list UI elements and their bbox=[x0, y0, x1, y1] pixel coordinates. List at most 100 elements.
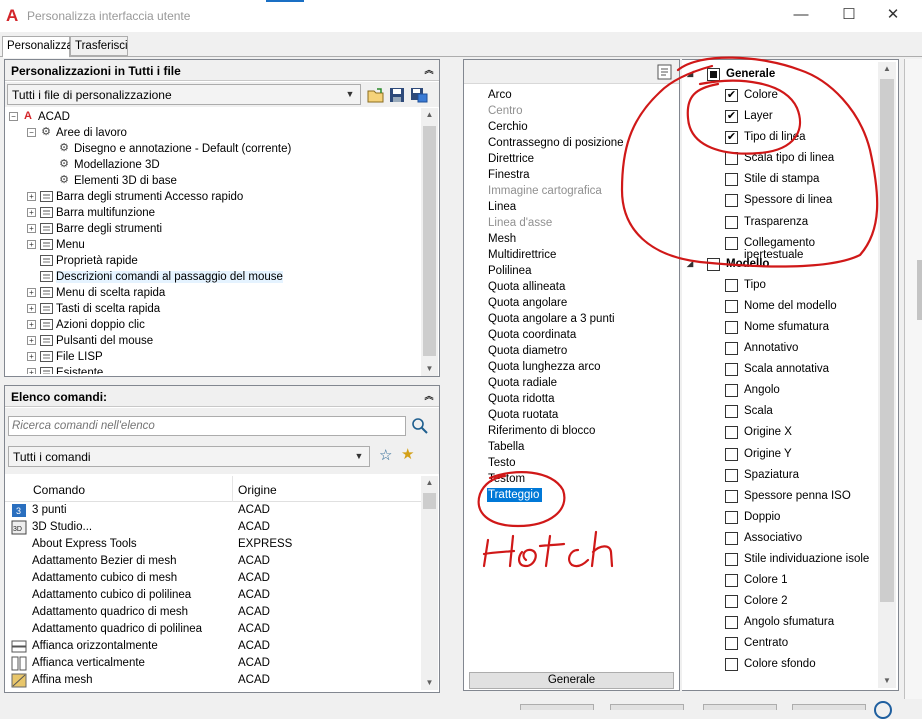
object-type-finestra[interactable]: Finestra bbox=[488, 167, 678, 183]
object-type-contrassegno-di-posizione[interactable]: Contrassegno di posizione bbox=[488, 135, 678, 151]
expand-plus-icon[interactable]: + bbox=[27, 192, 36, 202]
column-origin-header[interactable]: Origine bbox=[238, 483, 277, 497]
property-scala-annotativa[interactable]: Scala annotativa bbox=[682, 359, 877, 380]
help-circle-icon[interactable] bbox=[874, 701, 892, 719]
object-type-centro[interactable]: Centro bbox=[488, 103, 678, 119]
command-row[interactable]: Adattamento quadrico di mesh ACAD bbox=[7, 604, 419, 621]
property-group-generale[interactable]: ◢ Generale bbox=[682, 64, 877, 85]
list-edit-icon[interactable] bbox=[657, 64, 673, 80]
tree-scrollbar[interactable]: ▲ ▼ bbox=[421, 108, 438, 376]
object-type-quota-ruotata[interactable]: Quota ruotata bbox=[488, 407, 678, 423]
group-checkbox[interactable] bbox=[707, 68, 720, 81]
customization-files-filter[interactable]: Tutti i file di personalizzazione ▼ bbox=[7, 84, 361, 105]
commands-list[interactable]: 3 3 punti ACAD 3D 3D Studio... ACAD About Expr… bbox=[7, 502, 419, 692]
expand-plus-icon[interactable]: + bbox=[27, 208, 36, 218]
object-type-quota-allineata[interactable]: Quota allineata bbox=[488, 279, 678, 295]
scroll-up-arrow-icon[interactable]: ▲ bbox=[878, 62, 896, 76]
open-folder-icon[interactable] bbox=[367, 87, 385, 103]
property-checkbox[interactable] bbox=[725, 637, 738, 651]
expand-plus-icon[interactable]: + bbox=[27, 288, 36, 298]
property-scala[interactable]: Scala bbox=[682, 401, 877, 422]
property-colore-sfondo[interactable]: Colore sfondo bbox=[682, 654, 877, 675]
property-colore[interactable]: ✔ Colore bbox=[682, 85, 877, 106]
tree-item-aree-di-lavoro[interactable]: − ⚙ Aree di lavoro bbox=[9, 125, 419, 141]
collapse-chevron-icon[interactable]: ︽ bbox=[422, 389, 436, 403]
tree-item-tasti-di-scelta-rapida[interactable]: + Tasti di scelta rapida bbox=[9, 301, 419, 317]
object-type-quota-angolare[interactable]: Quota angolare bbox=[488, 295, 678, 311]
command-row[interactable]: 3 3 punti ACAD bbox=[7, 502, 419, 519]
tree-item-azioni-doppio-clic[interactable]: + Azioni doppio clic bbox=[9, 317, 419, 333]
properties-scrollbar[interactable]: ▲ ▼ bbox=[878, 62, 896, 688]
command-row[interactable]: Adattamento quadrico di polilinea ACAD bbox=[7, 621, 419, 638]
property-checkbox[interactable]: ✔ bbox=[725, 131, 738, 145]
object-type-cerchio[interactable]: Cerchio bbox=[488, 119, 678, 135]
property-checkbox[interactable] bbox=[725, 342, 738, 356]
scroll-up-arrow-icon[interactable]: ▲ bbox=[421, 476, 438, 490]
property-layer[interactable]: ✔ Layer bbox=[682, 106, 877, 127]
commands-scrollbar[interactable]: ▲ ▼ bbox=[421, 476, 438, 690]
expand-plus-icon[interactable]: + bbox=[27, 336, 36, 346]
object-type-linea[interactable]: Linea bbox=[488, 199, 678, 215]
property-checkbox[interactable] bbox=[725, 616, 738, 630]
tree-item-menu-di-scelta-rapida[interactable]: + Menu di scelta rapida bbox=[9, 285, 419, 301]
tab-personalizza[interactable]: Personalizza bbox=[2, 36, 73, 57]
property-spaziatura[interactable]: Spaziatura bbox=[682, 465, 877, 486]
tree-item-elementi-3d-di-base[interactable]: ⚙ Elementi 3D di base bbox=[9, 173, 419, 189]
expand-plus-icon[interactable]: + bbox=[27, 224, 36, 234]
property-stile-individuazione-isole[interactable]: Stile individuazione isole bbox=[682, 549, 877, 570]
property-annotativo[interactable]: Annotativo bbox=[682, 338, 877, 359]
property-trasparenza[interactable]: Trasparenza bbox=[682, 212, 877, 233]
object-type-direttrice[interactable]: Direttrice bbox=[488, 151, 678, 167]
scroll-down-arrow-icon[interactable]: ▼ bbox=[878, 674, 896, 688]
property-origine-x[interactable]: Origine X bbox=[682, 422, 877, 443]
help-button[interactable] bbox=[792, 704, 866, 710]
group-collapse-triangle-icon[interactable]: ◢ bbox=[687, 69, 693, 78]
command-filter-dropdown[interactable]: Tutti i comandi ▼ bbox=[8, 446, 370, 467]
tree-scroll-thumb[interactable] bbox=[423, 126, 436, 356]
tree-item-menu[interactable]: + Menu bbox=[9, 237, 419, 253]
object-type-quota-angolare-a-3-punti[interactable]: Quota angolare a 3 punti bbox=[488, 311, 678, 327]
object-type-list[interactable]: Arco Centro Cerchio Contrassegno di posizio… bbox=[487, 87, 678, 503]
object-type-arco[interactable]: Arco bbox=[488, 87, 678, 103]
properties-list[interactable]: ◢ Generale ✔ Colore ✔ Layer ✔ Tipo di linea Scal… bbox=[682, 64, 877, 676]
property-checkbox[interactable] bbox=[725, 384, 738, 398]
command-row[interactable]: 3D 3D Studio... ACAD bbox=[7, 519, 419, 536]
ok-button[interactable] bbox=[520, 704, 594, 710]
property-spessore-penna-iso[interactable]: Spessore penna ISO bbox=[682, 486, 877, 507]
command-row[interactable]: Adattamento cubico di polilinea ACAD bbox=[7, 587, 419, 604]
object-type-quota-radiale[interactable]: Quota radiale bbox=[488, 375, 678, 391]
command-search-input[interactable] bbox=[8, 416, 406, 436]
collapse-minus-icon[interactable]: − bbox=[9, 112, 18, 122]
property-checkbox[interactable] bbox=[725, 510, 738, 524]
search-icon[interactable] bbox=[411, 417, 429, 435]
tree-item-file-lisp[interactable]: + File LISP bbox=[9, 349, 419, 365]
tree-item-barre-degli-strumenti[interactable]: + Barre degli strumenti bbox=[9, 221, 419, 237]
property-nome-sfumatura[interactable]: Nome sfumatura bbox=[682, 317, 877, 338]
object-type-mesh[interactable]: Mesh bbox=[488, 231, 678, 247]
close-button[interactable]: ✕ bbox=[878, 4, 908, 28]
property-tipo-di-linea[interactable]: ✔ Tipo di linea bbox=[682, 127, 877, 148]
tree-item-proprieta-rapide[interactable]: Proprietà rapide bbox=[9, 253, 419, 269]
cancel-button[interactable] bbox=[610, 704, 684, 710]
tree-item-barra-multifunzione[interactable]: + Barra multifunzione bbox=[9, 205, 419, 221]
property-origine-y[interactable]: Origine Y bbox=[682, 444, 877, 465]
property-checkbox[interactable]: ✔ bbox=[725, 110, 738, 124]
property-checkbox[interactable] bbox=[725, 552, 738, 566]
minimize-button[interactable]: — bbox=[786, 4, 816, 28]
property-checkbox[interactable] bbox=[725, 236, 738, 250]
command-row[interactable]: Affianca orizzontalmente ACAD bbox=[7, 638, 419, 655]
object-type-immagine-cartografica[interactable]: Immagine cartografica bbox=[488, 183, 678, 199]
group-collapse-triangle-icon[interactable]: ◢ bbox=[687, 259, 693, 268]
tree-item-barra-degli-strumenti-accesso-rapido[interactable]: + Barra degli strumenti Accesso rapido bbox=[9, 189, 419, 205]
property-spessore-di-linea[interactable]: Spessore di linea bbox=[682, 190, 877, 211]
property-doppio[interactable]: Doppio bbox=[682, 507, 877, 528]
object-type-quota-ridotta[interactable]: Quota ridotta bbox=[488, 391, 678, 407]
property-checkbox[interactable] bbox=[725, 574, 738, 588]
object-type-tratteggio[interactable]: Tratteggio bbox=[487, 487, 678, 503]
property-centrato[interactable]: Centrato bbox=[682, 633, 877, 654]
property-checkbox[interactable] bbox=[725, 194, 738, 208]
property-checkbox[interactable] bbox=[725, 152, 738, 166]
property-checkbox[interactable] bbox=[725, 426, 738, 440]
tree-item-modellazione-3d[interactable]: ⚙ Modellazione 3D bbox=[9, 157, 419, 173]
expand-plus-icon[interactable]: + bbox=[27, 240, 36, 250]
